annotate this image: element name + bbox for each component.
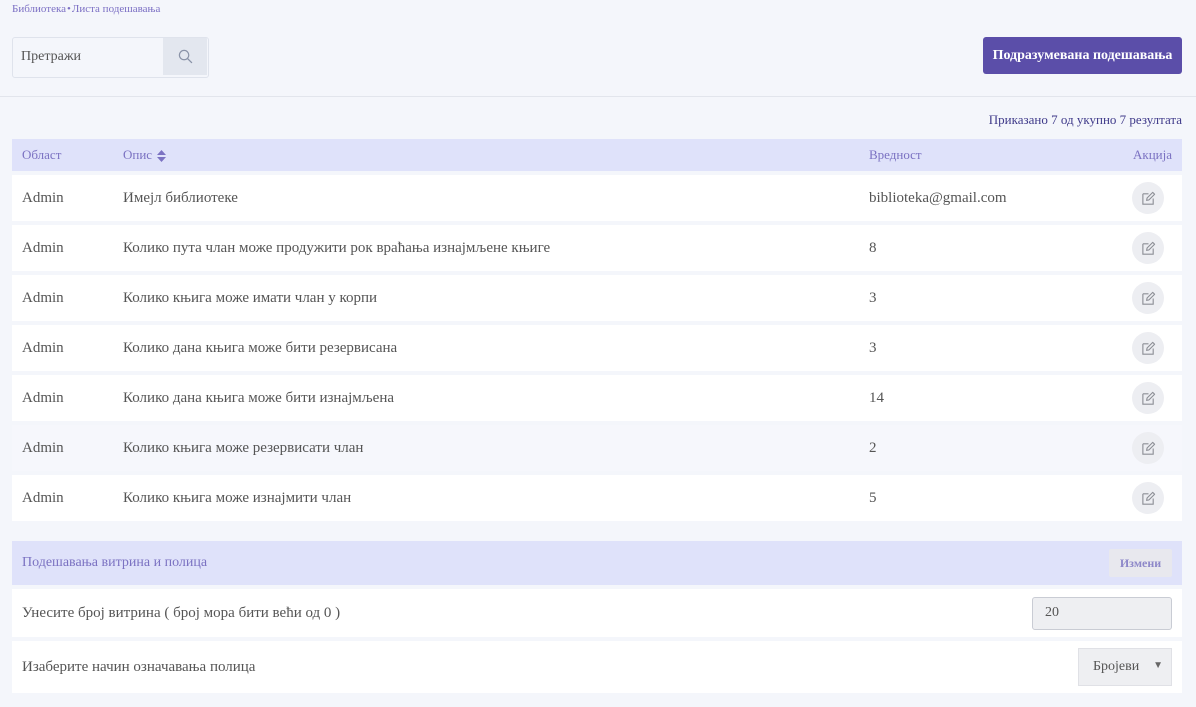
edit-button[interactable]: [1132, 382, 1164, 414]
edit-icon: [1141, 441, 1155, 455]
search-icon: [178, 49, 192, 64]
row-description: Колико књига може имати члан у корпи: [123, 289, 378, 306]
showcase-label: Унесите број витрина ( број мора бити ве…: [22, 604, 341, 621]
edit-button[interactable]: [1132, 332, 1164, 364]
shelves-header: Подешавања витрина и полица Измени: [12, 541, 1182, 585]
showcase-count-input[interactable]: [1032, 596, 1172, 630]
row-action: [1109, 182, 1182, 214]
table-header: Област Опис Вредност Акција: [12, 139, 1182, 171]
row-value: 3: [869, 289, 877, 306]
header-value: Вредност: [869, 147, 922, 162]
edit-button[interactable]: [1132, 482, 1164, 514]
row-action: [1109, 282, 1182, 314]
marking-selected: Бројеви: [1093, 659, 1140, 674]
edit-button[interactable]: [1132, 182, 1164, 214]
showcase-row: Унесите број витрина ( број мора бити ве…: [12, 589, 1182, 637]
results-count: Приказано 7 од укупно 7 резултата: [988, 112, 1182, 127]
edit-button[interactable]: [1132, 232, 1164, 264]
row-value: 2: [869, 439, 877, 456]
change-button[interactable]: Измени: [1109, 549, 1172, 577]
breadcrumb-separator: •: [67, 3, 71, 15]
header-action: Акција: [1133, 147, 1172, 162]
row-value: biblioteka@gmail.com: [869, 189, 1007, 206]
marking-row: Изаберите начин означавања полица Бројев…: [12, 641, 1182, 693]
breadcrumb-home[interactable]: Библиотека: [12, 3, 66, 15]
table-row: Admin Колико књига може изнајмити члан 5: [12, 475, 1182, 521]
sort-icon: [157, 150, 167, 163]
search-input[interactable]: [13, 38, 163, 75]
row-action: [1109, 382, 1182, 414]
row-action: [1109, 332, 1182, 364]
row-action: [1109, 432, 1182, 464]
table-row: Admin Колико пута члан може продужити рок…: [12, 225, 1182, 271]
header-divider: [0, 96, 1196, 97]
marking-select[interactable]: Бројеви ▼: [1078, 648, 1172, 686]
row-description: Колико дана књига може бити изнајмљена: [123, 389, 395, 406]
shelves-settings: Подешавања витрина и полица Измени Унеси…: [12, 541, 1182, 693]
row-description: Колико пута члан може продужити рок враћ…: [123, 239, 551, 256]
search-button[interactable]: [163, 38, 207, 75]
breadcrumb-current: Листа подешавања: [71, 3, 161, 15]
row-description: Колико књига може резервисати члан: [123, 439, 364, 456]
edit-icon: [1141, 341, 1155, 355]
row-description: Колико књига може изнајмити члан: [123, 489, 352, 506]
row-area: Admin: [22, 189, 64, 206]
search-box: [12, 37, 209, 78]
row-area: Admin: [22, 289, 64, 306]
row-description: Имејл библиотеке: [123, 189, 238, 206]
row-value: 14: [869, 389, 884, 406]
edit-icon: [1141, 391, 1155, 405]
edit-icon: [1141, 491, 1155, 505]
row-value: 3: [869, 339, 877, 356]
row-area: Admin: [22, 389, 64, 406]
default-settings-button[interactable]: Подразумевана подешавања: [983, 37, 1182, 74]
row-area: Admin: [22, 439, 64, 456]
breadcrumb: Библиотека•Листа подешавања: [12, 3, 160, 15]
header-area: Област: [22, 147, 62, 162]
row-action: [1109, 482, 1182, 514]
edit-button[interactable]: [1132, 282, 1164, 314]
settings-table: Област Опис Вредност Акција Admin Имејл б…: [12, 139, 1182, 521]
row-area: Admin: [22, 339, 64, 356]
row-value: 5: [869, 489, 877, 506]
table-row: Admin Колико дана књига може бити изнајмљ…: [12, 375, 1182, 421]
edit-icon: [1141, 241, 1155, 255]
table-row: Admin Колико дана књига може бити резерви…: [12, 325, 1182, 371]
chevron-down-icon: ▼: [1153, 660, 1163, 671]
row-area: Admin: [22, 239, 64, 256]
row-value: 8: [869, 239, 877, 256]
shelves-title: Подешавања витрина и полица: [22, 555, 208, 570]
row-action: [1109, 232, 1182, 264]
table-row: Admin Колико књига може имати члан у корп…: [12, 275, 1182, 321]
row-area: Admin: [22, 489, 64, 506]
edit-icon: [1141, 291, 1155, 305]
table-row: Admin Имејл библиотеке biblioteka@gmail.co…: [12, 175, 1182, 221]
table-row: Admin Колико књига може резервисати члан 2: [12, 425, 1182, 471]
header-description[interactable]: Опис: [113, 147, 859, 163]
edit-icon: [1141, 191, 1155, 205]
edit-button[interactable]: [1132, 432, 1164, 464]
header-description-label: Опис: [123, 147, 153, 162]
row-description: Колико дана књига може бити резервисана: [123, 339, 398, 356]
marking-label: Изаберите начин означавања полица: [22, 658, 256, 675]
